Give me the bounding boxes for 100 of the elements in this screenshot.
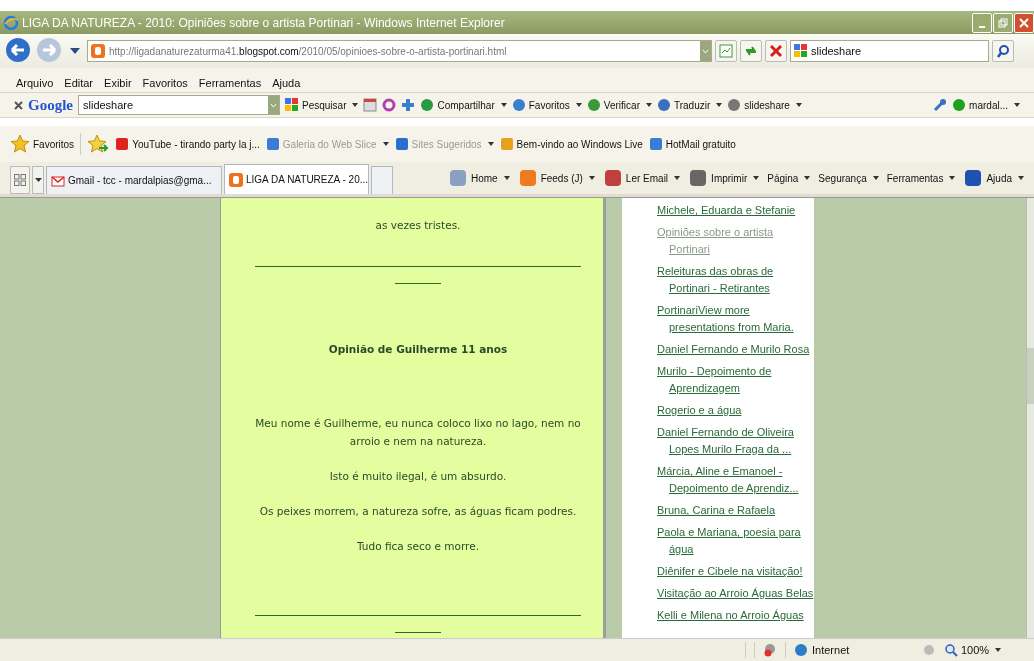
close-icon: [769, 44, 783, 58]
privacy-icon[interactable]: [763, 643, 777, 657]
google-logo: Google: [28, 96, 73, 114]
command-button[interactable]: Home: [447, 168, 510, 188]
quick-tabs-button[interactable]: [10, 166, 30, 194]
post-link[interactable]: Paola e Mariana, poesia para água: [657, 524, 814, 558]
command-button[interactable]: Ferramentas: [886, 172, 956, 184]
command-button[interactable]: Feeds (J): [517, 168, 595, 188]
restore-icon: [997, 16, 1009, 29]
circle-icon: [656, 98, 671, 112]
search-field[interactable]: slideshare: [790, 40, 989, 62]
favorite-link[interactable]: HotMail gratuito: [648, 137, 736, 151]
search-button[interactable]: Pesquisar: [285, 98, 359, 112]
caret-icon[interactable]: [503, 176, 510, 180]
caret-icon[interactable]: [949, 176, 956, 180]
favorites-button[interactable]: Favoritos: [10, 134, 75, 154]
zoom-icon: [944, 643, 958, 657]
post-link[interactable]: Diênifer e Cibele na visitação!: [657, 563, 814, 580]
window-icon[interactable]: [363, 98, 378, 112]
post-paragraph: Tudo fica seco e morre.: [357, 539, 479, 554]
status-dot-icon: [952, 98, 967, 112]
search-button[interactable]: [992, 40, 1014, 62]
post-link[interactable]: Daniel Fernando e Murilo Rosa: [657, 341, 814, 358]
tab-list-button[interactable]: [32, 166, 44, 194]
search-field[interactable]: slideshare: [78, 95, 280, 115]
wrench-icon[interactable]: [933, 98, 948, 112]
plus-icon[interactable]: [401, 98, 416, 112]
caret-icon[interactable]: [804, 176, 811, 180]
caret-icon[interactable]: [70, 48, 80, 54]
post-link[interactable]: Michele, Eduarda e Stefanie: [657, 202, 814, 219]
toolbar-button[interactable]: Traduzir: [656, 98, 723, 112]
post-link[interactable]: Márcia, Aline e Emanoel - Depoimento de Aprendiz...: [657, 463, 814, 497]
post-paragraph: Isto é muito ilegal, é um absurdo.: [329, 469, 507, 484]
post-link[interactable]: Murilo - Depoimento de Aprendizagem: [657, 363, 814, 397]
command-button[interactable]: Ler Email: [602, 168, 681, 188]
menu-item[interactable]: Arquivo: [16, 77, 54, 89]
stop-button[interactable]: [765, 40, 787, 62]
zoom-button[interactable]: 100%: [944, 643, 1024, 657]
post-link[interactable]: Daniel Fernando de Oliveira Lopes Murilo Fraga da ...: [657, 424, 814, 458]
grid-icon: [14, 174, 26, 186]
blog-icon: [229, 172, 243, 187]
post-link[interactable]: Releituras das obras de Portinari - Retirantes: [657, 263, 814, 297]
close-button[interactable]: [1014, 12, 1034, 33]
search-icon: [996, 44, 1010, 58]
caret-icon[interactable]: [716, 103, 723, 107]
post-paragraph: Os peixes morrem, a natureza sofre, as águas ficam podres.: [259, 504, 577, 519]
address-field[interactable]: http://ligadanaturezaturma41.blogspot.com/2010/05/opinioes-sobre-o-artista-portinari.html: [87, 40, 712, 62]
menu-item[interactable]: Favoritos: [142, 77, 188, 89]
post-link[interactable]: Kelli e Milena no Arroio Águas: [657, 607, 814, 624]
toolbar-button[interactable]: Compartilhar: [420, 98, 507, 112]
account-button[interactable]: mardal...: [952, 98, 1020, 112]
ring-icon[interactable]: [382, 98, 397, 112]
menu-item[interactable]: Ajuda: [272, 77, 301, 89]
search-provider-icon: [285, 98, 299, 112]
browser-tab[interactable]: LIGA DA NATUREZA - 20...: [224, 164, 369, 194]
close-icon[interactable]: [14, 100, 23, 110]
caret-icon[interactable]: [645, 103, 652, 107]
refresh-icon: [744, 44, 758, 58]
menu-item[interactable]: Exibir: [104, 77, 132, 89]
post-link[interactable]: Bruna, Carina e Rafaela: [657, 502, 814, 519]
post-link[interactable]: PortinariView more presentations from Maria.: [657, 302, 814, 336]
caret-icon[interactable]: [995, 648, 1002, 652]
post-paragraph: Meu nome é Guilherme, eu nunca coloco lixo no lago, nem no arroio e nem na natureza.: [255, 416, 581, 449]
star-icon: [10, 134, 30, 154]
post-link[interactable]: Rogerio e a água: [657, 402, 814, 419]
caret-icon[interactable]: [795, 103, 802, 107]
zone-indicator: Internet: [794, 643, 914, 657]
menu-item[interactable]: Editar: [64, 77, 94, 89]
caret-icon[interactable]: [872, 176, 879, 180]
post-link[interactable]: Visitação ao Arroio Águas Belas: [657, 585, 814, 602]
browser-logo-icon: [3, 14, 19, 31]
favorite-link[interactable]: Bem-vindo ao Windows Live: [499, 137, 643, 151]
toolbar-button[interactable]: slideshare: [727, 98, 802, 112]
refresh-button[interactable]: [740, 40, 762, 62]
search-provider-icon: [794, 44, 808, 58]
circle-icon: [586, 98, 601, 112]
add-favorite-icon[interactable]: [87, 134, 110, 154]
toolbar-button[interactable]: Verificar: [586, 98, 652, 112]
scrollbar[interactable]: [1026, 198, 1034, 638]
command-button[interactable]: Página: [767, 172, 811, 184]
post-text: as vezes tristes.: [375, 218, 461, 233]
caret-icon[interactable]: [753, 176, 760, 180]
caret-icon[interactable]: [588, 176, 595, 180]
toolbar-button[interactable]: Favoritos: [511, 98, 582, 112]
minimize-icon: [979, 25, 985, 28]
command-button[interactable]: Segurança: [818, 172, 879, 184]
caret-icon[interactable]: [500, 103, 507, 107]
command-button[interactable]: Imprimir: [688, 168, 760, 188]
caret-icon[interactable]: [1018, 176, 1024, 180]
post-heading: Opinião de Guilherme 11 anos: [328, 342, 508, 357]
caret-icon[interactable]: [352, 103, 359, 107]
command-button[interactable]: Ajuda: [963, 168, 1024, 188]
menu-item[interactable]: Ferramentas: [198, 77, 262, 89]
caret-icon[interactable]: [674, 176, 681, 180]
caret-icon[interactable]: [575, 103, 582, 107]
favorite-link[interactable]: YouTube - tirando party la j...: [115, 137, 260, 151]
globe-icon: [794, 643, 808, 657]
back-button[interactable]: [4, 37, 32, 65]
browser-tab[interactable]: Gmail - tcc - mardalpias@gma...: [46, 166, 222, 194]
caret-icon[interactable]: [1014, 103, 1020, 107]
